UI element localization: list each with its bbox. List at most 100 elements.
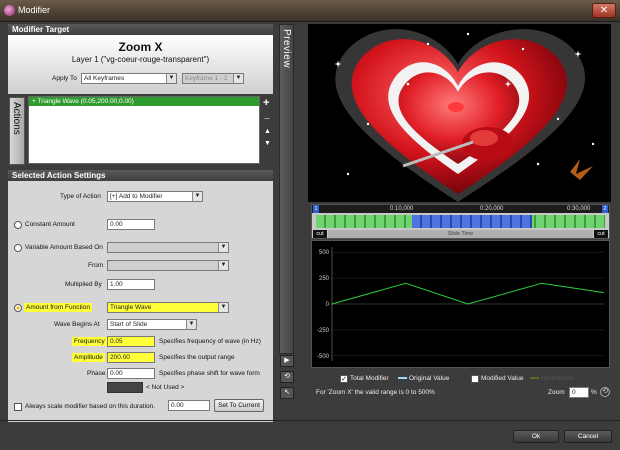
timeline-tick: 0:30,000 [567, 206, 591, 212]
apply-to-value: All Keyframes [84, 75, 125, 82]
phase-desc: Specifies phase shift for wave form [159, 370, 260, 377]
duration-field[interactable]: 0.00 [168, 400, 210, 411]
actions-panel: Actions + Triangle Wave (0.05,200.00,0.0… [8, 96, 273, 166]
always-scale-checkbox[interactable] [14, 403, 22, 411]
apply-to-select[interactable]: All Keyframes ▼ [81, 73, 177, 84]
total-modifier-checkbox[interactable]: ✓ [340, 375, 348, 383]
chevron-down-icon: ▼ [192, 192, 202, 201]
preview-tab-label: Preview [281, 29, 292, 69]
chevron-down-icon: ▼ [233, 74, 243, 83]
play-icon[interactable]: ▶ [280, 355, 294, 367]
add-action-icon[interactable]: + [263, 97, 269, 109]
actions-tab-label: Actions [11, 102, 22, 135]
remove-action-icon[interactable]: − [264, 114, 270, 125]
keyframe-marker-end[interactable]: 2 [602, 205, 608, 213]
y-tick-label: -250 [317, 328, 330, 334]
target-name: Zoom X [118, 40, 163, 54]
timeline-ruler [312, 205, 609, 213]
multiplied-by-label: Multiplied By [65, 281, 102, 288]
cut-right-badge: cut [594, 230, 608, 238]
slide-time-bar: Slide Time [328, 230, 593, 238]
chevron-down-icon: ▼ [218, 261, 228, 270]
original-value-swatch [398, 377, 407, 379]
preview-image [308, 24, 611, 202]
type-of-action-select[interactable]: [+] Add to Modifier ▼ [107, 191, 203, 202]
amount-from-function-radio[interactable] [14, 304, 22, 312]
timeline[interactable]: 1 2 0:10,000 0:20,000 0:30,000 cut cut S… [311, 204, 610, 239]
close-button[interactable]: ✕ [592, 3, 616, 18]
y-tick-label: 250 [319, 276, 330, 282]
zoom-label: Zoom [548, 389, 565, 396]
not-used-swatch [107, 382, 143, 393]
heart-picture [308, 24, 611, 202]
amplitude-desc: Specifies the output range [159, 354, 235, 361]
action-item[interactable]: + Triangle Wave (0.05,200.00,0.00) [29, 97, 259, 106]
function-value: Triangle Wave [110, 304, 152, 311]
chevron-down-icon: ▼ [186, 320, 196, 329]
variable-amount-label: Variable Amount Based On [25, 244, 103, 251]
wave-begins-select[interactable]: Start of Slide ▼ [107, 319, 197, 330]
variable-amount-radio[interactable] [14, 244, 22, 252]
cancel-button[interactable]: Cancel [564, 430, 612, 443]
ok-button[interactable]: Ok [513, 430, 559, 443]
modifier-target-header: Modifier Target [8, 24, 273, 35]
zoom-field[interactable]: 0 [569, 387, 589, 398]
phase-field[interactable]: 0.00 [107, 368, 155, 379]
y-tick-label: 500 [319, 250, 330, 256]
set-to-current-button[interactable]: Set To Current [214, 399, 264, 412]
chevron-down-icon: ▼ [166, 74, 176, 83]
modified-value-label: Modified Value [481, 375, 524, 382]
always-scale-label: Always scale modifier based on this dura… [25, 403, 156, 410]
modifier-graph: 500 250 0 -250 -500 [311, 240, 610, 368]
normalized-label: Normalized [541, 375, 574, 382]
variable-amount-select[interactable]: ▼ [107, 242, 229, 253]
preview-tab[interactable]: Preview [279, 24, 294, 354]
wave-begins-label: Wave Begins At [54, 321, 100, 328]
app-icon [4, 5, 15, 16]
keyframe-marker-start[interactable]: 1 [313, 205, 319, 213]
frequency-field[interactable]: 0.05 [107, 336, 155, 347]
keyframe-select[interactable]: Keyframe 1 - 2 ▼ [182, 73, 244, 84]
amplitude-field[interactable]: 200.00 [107, 352, 155, 363]
original-value-label: Original Value [409, 375, 450, 382]
function-select[interactable]: Triangle Wave ▼ [107, 302, 229, 313]
phase-label: Phase [87, 370, 106, 377]
y-tick-label: 0 [326, 302, 330, 308]
modifier-target-panel: Modifier Target Zoom X Layer 1 ("vg-coeu… [8, 24, 273, 94]
normalized-swatch [530, 377, 539, 379]
title-bar[interactable]: Modifier ✕ [0, 0, 620, 22]
from-select[interactable]: ▼ [107, 260, 229, 271]
graph-svg: 500 250 0 -250 -500 [317, 247, 605, 361]
timeline-tick: 0:20,000 [480, 206, 504, 212]
settings-header: Selected Action Settings [8, 170, 273, 181]
wave-begins-value: Start of Slide [110, 321, 148, 328]
chevron-down-icon: ▼ [218, 303, 228, 312]
multiplied-by-field[interactable]: 1.00 [107, 279, 155, 290]
timeline-tick: 0:10,000 [390, 206, 414, 212]
cut-left-badge: cut [313, 230, 327, 238]
footer-divider [0, 420, 620, 421]
type-of-action-label: Type of Action [60, 193, 101, 200]
amplitude-label: Amplitude [72, 353, 105, 362]
modified-value-checkbox[interactable] [471, 375, 479, 383]
total-modifier-label: Total Modifier [350, 375, 389, 382]
wave-series-line [331, 282, 605, 305]
type-of-action-value: [+] Add to Modifier [110, 193, 163, 200]
y-tick-label: -500 [317, 354, 330, 360]
constant-amount-radio[interactable] [14, 221, 22, 229]
move-up-icon[interactable]: ▲ [264, 128, 271, 135]
loop-icon[interactable]: ⟲ [280, 371, 294, 383]
zoom-unit: % [591, 389, 597, 396]
move-down-icon[interactable]: ▼ [264, 140, 271, 147]
constant-amount-field[interactable]: 0.00 [107, 219, 155, 230]
amount-from-function-label: Amount from Function [24, 303, 92, 312]
from-label: From [88, 262, 104, 269]
actions-tab: Actions [9, 97, 25, 165]
frequency-label: Frequency [72, 337, 107, 346]
actions-list[interactable]: + Triangle Wave (0.05,200.00,0.00) [28, 96, 260, 164]
target-layer: Layer 1 ("vg-coeur-rouge-transparent") [71, 55, 210, 64]
settings-panel: Selected Action Settings Type of Action … [8, 170, 273, 422]
reset-zoom-icon[interactable]: ⟲ [600, 387, 610, 397]
range-note: For 'Zoom X' the valid range is 0 to 500… [316, 389, 435, 396]
pointer-icon[interactable]: ↖ [280, 387, 294, 399]
